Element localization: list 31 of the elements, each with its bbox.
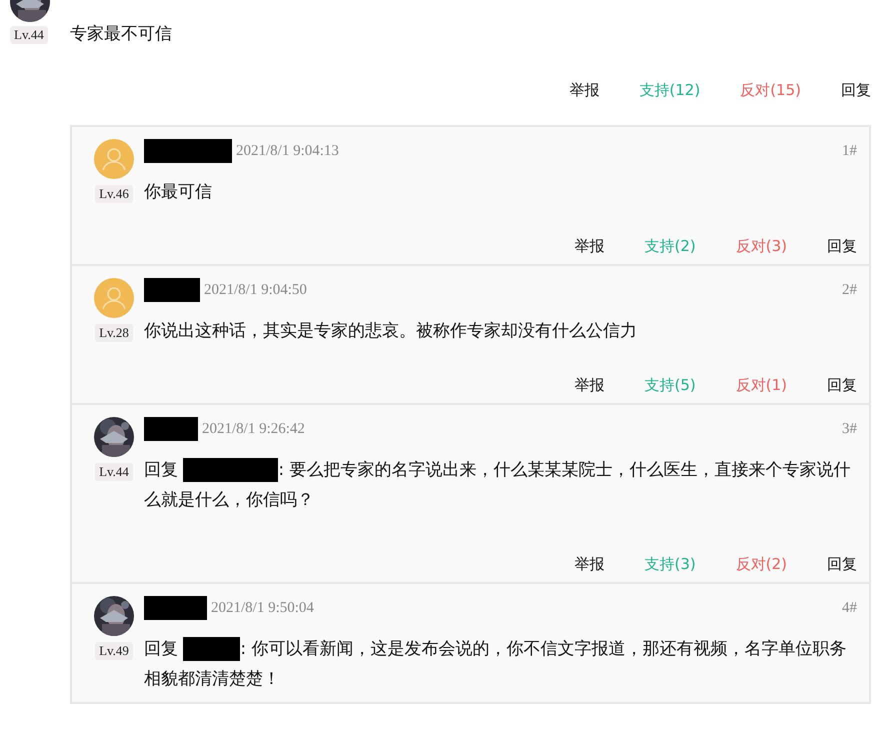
report-link[interactable]: 举报 [574, 376, 604, 395]
level-badge: Lv.44 [10, 26, 48, 44]
floor-number: 1# [842, 142, 857, 160]
redacted-name [144, 417, 198, 441]
reply-text: 回复 : 你可以看新闻，这是发布会说的，你不信文字报道，那还有视频，名字单位职务相貌都清清楚楚！ [144, 636, 848, 691]
floor-number: 3# [842, 420, 857, 438]
reply-text: 你说出这种话，其实是专家的悲哀。被称作专家却没有什么公信力 [144, 320, 638, 343]
post-text: 专家最不可信 [70, 23, 173, 45]
redacted-name [144, 278, 200, 302]
reply-link[interactable]: 回复 [827, 376, 857, 395]
reply-text: 回复 : 要么把专家的名字说出来，什么某某某院士，什么医生，直接来个专家说什么就是什么，你信吗？ [144, 457, 852, 512]
level-badge: Lv.46 [95, 185, 133, 203]
level-badge: Lv.44 [95, 463, 133, 481]
reply-time: 2021/8/1 9:04:13 [236, 142, 339, 160]
reply-link[interactable]: 回复 [841, 81, 871, 100]
reply-link[interactable]: 回复 [827, 555, 857, 574]
report-link[interactable]: 举报 [574, 237, 604, 256]
level-badge: Lv.28 [95, 324, 133, 342]
reply-time: 2021/8/1 9:26:42 [202, 420, 305, 438]
user-avatar-icon [94, 278, 134, 318]
report-link[interactable]: 举报 [569, 81, 600, 100]
floor-number: 2# [842, 282, 857, 298]
reply-time: 2021/8/1 9:50:04 [211, 600, 314, 616]
reply-time: 2021/8/1 9:04:50 [204, 282, 307, 298]
user-avatar-icon [94, 139, 134, 179]
report-link[interactable]: 举报 [574, 555, 604, 574]
reply-link[interactable]: 回复 [827, 237, 857, 256]
reply-text: 你最可信 [144, 181, 213, 204]
floor-number: 4# [842, 600, 857, 616]
redacted-name [144, 596, 207, 620]
level-badge: Lv.49 [95, 642, 133, 660]
